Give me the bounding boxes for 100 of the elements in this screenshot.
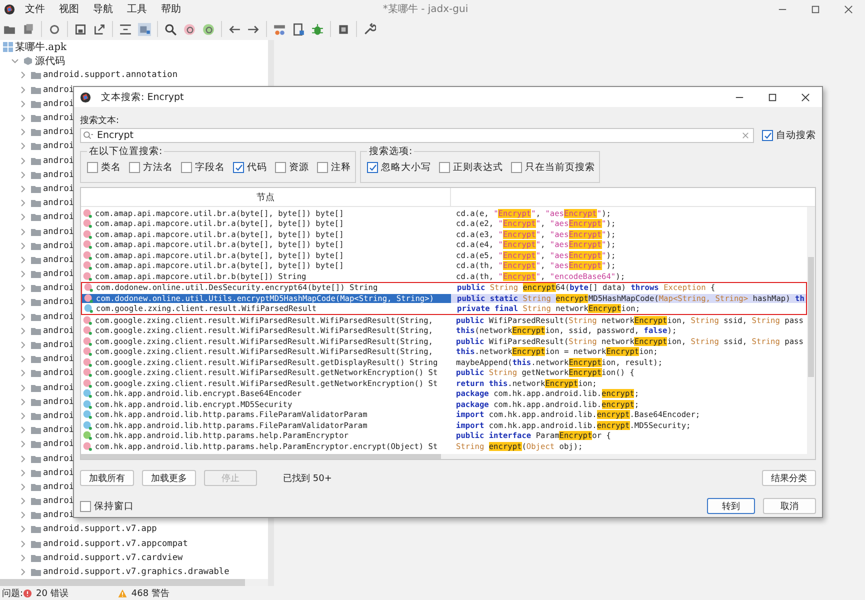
tree-item[interactable]: androi [43,454,74,464]
cancel-button[interactable]: 取消 [763,498,816,514]
chevron-icon[interactable] [19,540,27,548]
menu-item[interactable]: 工具 [127,2,147,16]
chevron-icon[interactable] [19,170,27,179]
tree-item[interactable]: androi [43,283,74,294]
chevron-icon[interactable] [19,454,27,463]
chevron-icon[interactable] [19,554,27,562]
chevron-icon[interactable] [19,384,27,392]
export-icon[interactable] [93,22,106,36]
chevron-icon[interactable] [19,142,27,150]
tree-item[interactable]: androi [43,156,74,166]
tree-item[interactable]: androi [43,84,74,95]
chevron-icon[interactable] [11,57,19,66]
group-results-button[interactable]: 结果分类 [762,470,816,486]
scope-checkbox[interactable]: 资源 [275,161,309,174]
tree-item[interactable]: 某哪牛.apk [15,40,67,54]
chevron-icon[interactable] [19,270,27,278]
goto-button[interactable]: 转到 [707,498,755,514]
tree-item[interactable]: androi [43,326,74,336]
menu-item[interactable]: 文件 [25,2,45,16]
tree-item[interactable]: androi [43,198,74,208]
tree-item[interactable]: androi [43,354,74,364]
option-checkbox[interactable]: 忽略大小写 [367,161,431,174]
tree-item[interactable]: androi [43,496,74,506]
chevron-icon[interactable] [19,341,27,350]
scrollbar-thumb[interactable] [808,257,814,377]
chevron-icon[interactable] [19,482,27,491]
tree-item[interactable]: androi [43,410,74,421]
close-icon[interactable] [844,4,853,14]
scope-checkbox[interactable]: 类名 [87,161,121,174]
settings-icon[interactable] [363,22,376,36]
chevron-icon[interactable] [19,100,27,108]
scrollbar-thumb[interactable] [81,454,441,459]
chevron-icon[interactable] [19,213,27,222]
action-button[interactable]: 加载更多 [142,470,196,486]
tree-item[interactable]: 源代码 [35,54,65,68]
tree-item[interactable]: androi [43,269,74,280]
tree-item[interactable]: androi [43,439,74,450]
bug-icon[interactable] [311,22,324,36]
menu-item[interactable]: 帮助 [161,2,181,16]
chevron-icon[interactable] [19,228,27,236]
option-checkbox[interactable]: 只在当前页搜索 [511,161,595,174]
tree-item[interactable]: androi [43,340,74,350]
chevron-icon[interactable] [19,256,27,264]
tree-item[interactable]: android.support.v7.graphics.drawable [43,567,230,578]
tree-item[interactable]: androi [43,98,74,109]
scope-checkbox[interactable]: 代码 [233,161,267,174]
action-button[interactable]: 加载所有 [80,470,134,486]
option-checkbox[interactable]: 正则表达式 [439,161,503,174]
tree-item[interactable]: androi [43,141,74,152]
tree-item[interactable]: androi [43,170,74,180]
save-icon[interactable] [74,22,87,36]
chevron-icon[interactable] [19,568,27,576]
error-count[interactable]: 20 错误 [36,586,68,600]
scrollbar-thumb[interactable] [0,579,245,586]
maximize-icon[interactable] [768,92,777,102]
search-icon[interactable] [164,22,177,36]
tree-item[interactable]: androi [43,240,74,251]
stop-icon[interactable] [337,22,350,36]
tree-item[interactable]: android.support.v7.cardview [43,552,183,563]
tree-icon[interactable] [138,22,151,36]
clear-icon[interactable] [742,132,749,139]
tree-item[interactable]: androi [43,226,74,237]
tree-item[interactable]: android.support.v7.app [43,524,157,534]
save-all-icon[interactable] [22,22,35,36]
auto-search-checkbox[interactable]: 自动搜索 [762,129,816,142]
tree-item[interactable]: androi [43,382,74,393]
scope-checkbox[interactable]: 方法名 [129,161,173,174]
chevron-icon[interactable] [19,326,27,335]
chevron-icon[interactable] [19,71,27,80]
tree-item[interactable]: androi [43,510,74,520]
chevron-icon[interactable] [19,426,27,434]
maximize-icon[interactable] [811,4,820,14]
scope-checkbox[interactable]: 注释 [317,161,351,174]
chevron-icon[interactable] [19,497,27,506]
keep-window-checkbox[interactable]: 保持窗口 [80,500,134,512]
tree-item[interactable]: androi [43,254,74,265]
chevron-icon[interactable] [19,114,27,122]
menu-item[interactable]: 视图 [59,2,79,16]
chevron-icon[interactable] [19,242,27,250]
chevron-icon[interactable] [19,525,27,534]
chevron-icon[interactable] [19,156,27,165]
chevron-icon[interactable] [19,86,27,94]
chevron-icon[interactable] [19,298,27,306]
tree-item[interactable]: androi [43,396,74,407]
tree-item[interactable]: android.support.annotation [43,70,178,80]
tree-item[interactable]: androi [43,184,74,194]
chevron-icon[interactable] [19,468,27,477]
menu-item[interactable]: 导航 [93,2,113,16]
tree-item[interactable]: androi [43,297,74,308]
tree-item[interactable]: androi [43,212,74,222]
chevron-icon[interactable] [19,312,27,321]
tree-item[interactable]: androi [43,482,74,492]
scope-checkbox[interactable]: 字段名 [181,161,225,174]
tree-item[interactable]: androi [43,425,74,436]
close-icon[interactable] [801,92,810,102]
chevron-icon[interactable] [19,355,27,364]
chevron-icon[interactable] [19,199,27,208]
chevron-icon[interactable] [19,412,27,420]
